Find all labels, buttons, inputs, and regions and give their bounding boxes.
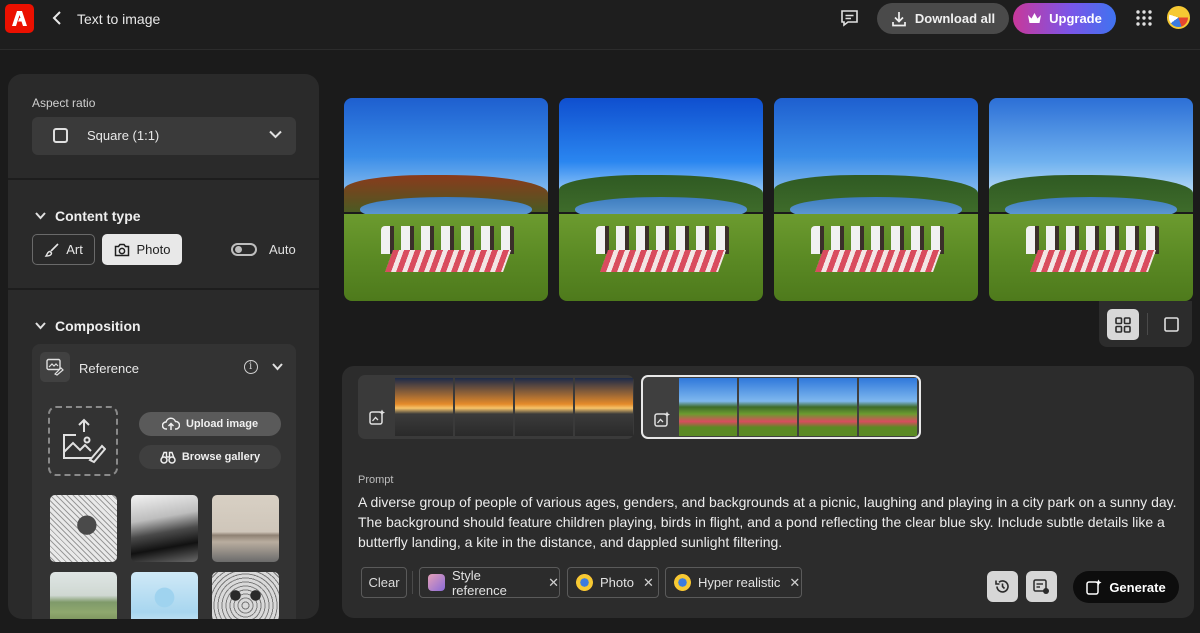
- composition-title[interactable]: Composition: [55, 318, 141, 334]
- reference-thumbnail[interactable]: [50, 572, 117, 619]
- browse-gallery-button[interactable]: Browse gallery: [139, 445, 281, 469]
- reference-thumbnail[interactable]: [50, 495, 117, 562]
- binoculars-icon: [160, 451, 176, 464]
- prompt-settings-button[interactable]: [1026, 571, 1057, 602]
- upload-image-icon: [63, 418, 106, 464]
- clear-button[interactable]: Clear: [361, 567, 407, 598]
- grid-view-button[interactable]: [1107, 309, 1139, 340]
- download-all-button[interactable]: Download all: [877, 3, 1009, 34]
- generated-image[interactable]: [559, 98, 763, 301]
- view-toggle: [1099, 301, 1192, 347]
- chevron-left-icon[interactable]: [51, 10, 65, 26]
- generate-icon: [1086, 579, 1102, 595]
- history-thumbnail[interactable]: [739, 378, 797, 436]
- reference-thumbnail[interactable]: [212, 572, 279, 619]
- history-thumbnail[interactable]: [515, 378, 573, 436]
- divider: [1147, 313, 1148, 335]
- crown-icon: [1028, 13, 1042, 23]
- prompt-input[interactable]: A diverse group of people of various age…: [358, 492, 1188, 552]
- content-type-title[interactable]: Content type: [55, 208, 141, 224]
- history-icon: [995, 580, 1009, 593]
- generation-history-item[interactable]: [358, 375, 634, 439]
- upload-dropzone[interactable]: [48, 406, 118, 476]
- generated-image[interactable]: [344, 98, 548, 301]
- photo-style-icon: [576, 574, 593, 591]
- hyper-realistic-icon: [674, 574, 691, 591]
- prompt-label: Prompt: [358, 474, 394, 486]
- divider: [8, 288, 319, 290]
- tag-label: Hyper realistic: [698, 575, 781, 590]
- browse-gallery-label: Browse gallery: [181, 451, 261, 463]
- auto-toggle[interactable]: [231, 243, 257, 256]
- chevron-down-icon[interactable]: [272, 363, 283, 371]
- chevron-down-icon[interactable]: [35, 212, 46, 220]
- edit-image-icon: [654, 411, 670, 427]
- style-reference-icon: [428, 574, 445, 591]
- history-thumbnail[interactable]: [679, 378, 737, 436]
- chevron-down-icon[interactable]: [35, 322, 46, 330]
- tag-label: Photo: [600, 575, 634, 590]
- upload-image-label: Upload image: [185, 418, 259, 430]
- close-icon[interactable]: ✕: [548, 575, 559, 591]
- close-icon[interactable]: ✕: [789, 575, 800, 591]
- divider: [8, 178, 319, 180]
- upgrade-button[interactable]: Upgrade: [1013, 3, 1116, 34]
- hyper-realistic-tag[interactable]: Hyper realistic ✕: [665, 567, 802, 598]
- close-icon[interactable]: ✕: [643, 575, 654, 591]
- content-type-photo-button[interactable]: Photo: [102, 234, 182, 265]
- brush-icon: [44, 242, 59, 257]
- reference-icon: [40, 352, 70, 382]
- square-icon: [1164, 317, 1179, 332]
- cloud-upload-icon: [161, 417, 180, 430]
- prompt-panel: Prompt A diverse group of people of vari…: [342, 366, 1194, 618]
- settings-panel: Aspect ratio Square (1:1) Content type A…: [8, 74, 319, 619]
- reference-thumbnail[interactable]: [131, 495, 198, 562]
- reference-card: Reference Upload image: [32, 344, 296, 619]
- divider: [412, 571, 413, 594]
- generated-image[interactable]: [774, 98, 978, 301]
- generation-history-item-selected[interactable]: [641, 375, 921, 439]
- reference-thumbnail[interactable]: [212, 495, 279, 562]
- history-thumbnail[interactable]: [859, 378, 917, 436]
- reference-label: Reference: [79, 361, 139, 376]
- art-label: Art: [66, 242, 83, 257]
- style-reference-tag[interactable]: Style reference ✕: [419, 567, 560, 598]
- info-icon[interactable]: [244, 360, 258, 374]
- download-all-label: Download all: [914, 11, 996, 26]
- app-grid-icon[interactable]: [1136, 10, 1152, 26]
- history-thumbnail[interactable]: [395, 378, 453, 436]
- generate-label: Generate: [1109, 579, 1166, 595]
- upload-image-button[interactable]: Upload image: [139, 412, 281, 436]
- aspect-ratio-label: Aspect ratio: [32, 96, 96, 110]
- top-bar: Text to image Download all Upgrade: [0, 0, 1200, 50]
- generate-button[interactable]: Generate: [1073, 571, 1179, 603]
- photo-tag[interactable]: Photo ✕: [567, 567, 659, 598]
- feedback-icon[interactable]: [840, 9, 859, 27]
- image-settings-icon: [1033, 579, 1049, 594]
- edit-image-icon: [369, 409, 385, 425]
- content-type-art-button[interactable]: Art: [32, 234, 95, 265]
- generated-image[interactable]: [989, 98, 1193, 301]
- chevron-down-icon: [269, 130, 282, 139]
- upgrade-label: Upgrade: [1049, 11, 1102, 26]
- adobe-logo-icon[interactable]: [5, 4, 34, 33]
- avatar[interactable]: [1167, 6, 1190, 29]
- history-thumbnail[interactable]: [575, 378, 633, 436]
- aspect-ratio-select[interactable]: Square (1:1): [32, 117, 296, 155]
- download-icon: [892, 11, 906, 26]
- prompt-history-button[interactable]: [987, 571, 1018, 602]
- square-icon: [53, 128, 68, 143]
- grid-icon: [1115, 317, 1131, 333]
- history-thumbnail[interactable]: [799, 378, 857, 436]
- auto-label: Auto: [269, 242, 296, 257]
- reference-thumbnail[interactable]: [131, 572, 198, 619]
- photo-label: Photo: [136, 242, 171, 257]
- history-thumbnail[interactable]: [455, 378, 513, 436]
- tag-label: Style reference: [451, 567, 507, 598]
- camera-icon: [114, 243, 129, 256]
- aspect-ratio-value: Square (1:1): [87, 128, 160, 143]
- page-title: Text to image: [77, 11, 161, 27]
